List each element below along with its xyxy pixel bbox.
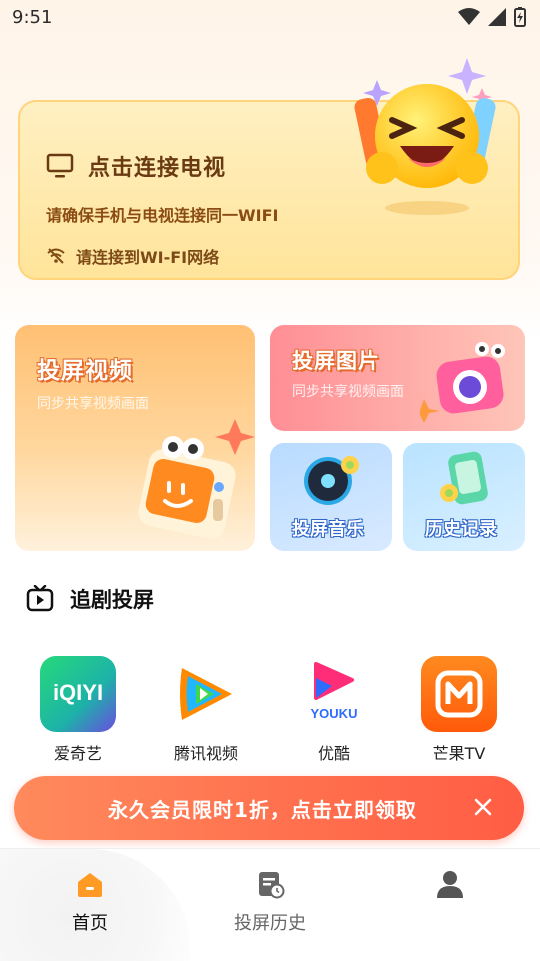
mango-tv-logo <box>421 656 497 732</box>
nav-home[interactable]: 首页 <box>30 869 150 935</box>
cell-signal-icon <box>488 8 506 26</box>
person-icon <box>437 871 463 898</box>
screen-photo-subtitle: 同步共享视频画面 <box>292 384 404 400</box>
wifi-hint-text: 请连接到WI-FI网络 <box>76 248 220 267</box>
tencent-play-icon <box>180 668 232 720</box>
screen-video-subtitle: 同步共享视频画面 <box>37 396 149 412</box>
status-icons <box>458 7 526 27</box>
home-icon <box>78 873 102 897</box>
nav-history[interactable]: 投屏历史 <box>210 869 330 935</box>
promo-text: 永久会员限时1折，点击立即领取 <box>108 798 417 822</box>
history-title: 历史记录 <box>425 519 497 540</box>
status-bar: 9:51 <box>0 0 540 36</box>
iqiyi-logo-text: iQIYI <box>52 680 104 705</box>
screen-video-tile[interactable]: 投屏视频 同步共享视频画面 <box>15 325 255 551</box>
monitor-icon <box>46 153 74 178</box>
screen-video-title: 投屏视频 <box>37 358 133 384</box>
app-iqiyi[interactable]: iQIYI 爱奇艺 <box>28 656 128 764</box>
app-label: 爱奇艺 <box>53 744 102 763</box>
close-icon[interactable] <box>468 792 498 822</box>
youku-logo: YOUKU <box>296 656 372 732</box>
nav-home-label: 首页 <box>72 913 108 934</box>
screen-photo-title: 投屏图片 <box>292 349 380 373</box>
tencent-video-logo <box>168 656 244 732</box>
section-header: 追剧投屏 <box>26 584 154 614</box>
screen-photo-tile[interactable]: 投屏图片 同步共享视频画面 <box>270 325 525 431</box>
app-label: 优酷 <box>317 744 350 763</box>
tv-play-icon <box>26 585 54 612</box>
wifi-icon <box>458 8 480 25</box>
section-title: 追剧投屏 <box>70 588 154 612</box>
battery-icon <box>514 7 526 27</box>
app-label: 芒果TV <box>432 744 486 763</box>
status-time: 9:51 <box>12 7 53 28</box>
app-label: 腾讯视频 <box>173 744 238 763</box>
bottom-nav: 首页 投屏历史 <box>0 848 540 961</box>
promo-banner[interactable]: 永久会员限时1折，点击立即领取 <box>14 776 524 840</box>
music-disc-icon <box>304 456 359 505</box>
nav-profile[interactable] <box>390 869 510 903</box>
connect-subtitle: 请确保手机与电视连接同一WIFI <box>46 206 279 225</box>
screen-music-tile[interactable]: 投屏音乐 <box>270 443 392 551</box>
laughing-emoji-illustration <box>354 58 496 215</box>
camera-illustration <box>420 342 505 423</box>
mango-tv-icon <box>435 670 483 718</box>
youku-play-icon <box>314 662 354 700</box>
history-tile[interactable]: 历史记录 <box>403 443 525 551</box>
app-tencent-video[interactable]: 腾讯视频 <box>156 656 256 764</box>
wifi-off-icon <box>47 248 65 264</box>
tv-mascot-illustration <box>138 419 255 539</box>
wifi-hint-row[interactable]: 请连接到WI-FI网络 <box>46 244 219 268</box>
nav-history-label: 投屏历史 <box>234 913 306 934</box>
app-youku[interactable]: YOUKU 优酷 <box>284 656 384 764</box>
screen-music-title: 投屏音乐 <box>292 519 364 540</box>
history-list-icon <box>259 872 285 899</box>
iqiyi-logo: iQIYI <box>40 656 116 732</box>
app-mango-tv[interactable]: 芒果TV <box>409 656 509 764</box>
connect-title-row: 点击连接电视 <box>46 150 226 182</box>
youku-logo-text: YOUKU <box>310 706 358 721</box>
connect-title: 点击连接电视 <box>88 156 227 181</box>
history-phone-icon <box>440 451 488 505</box>
